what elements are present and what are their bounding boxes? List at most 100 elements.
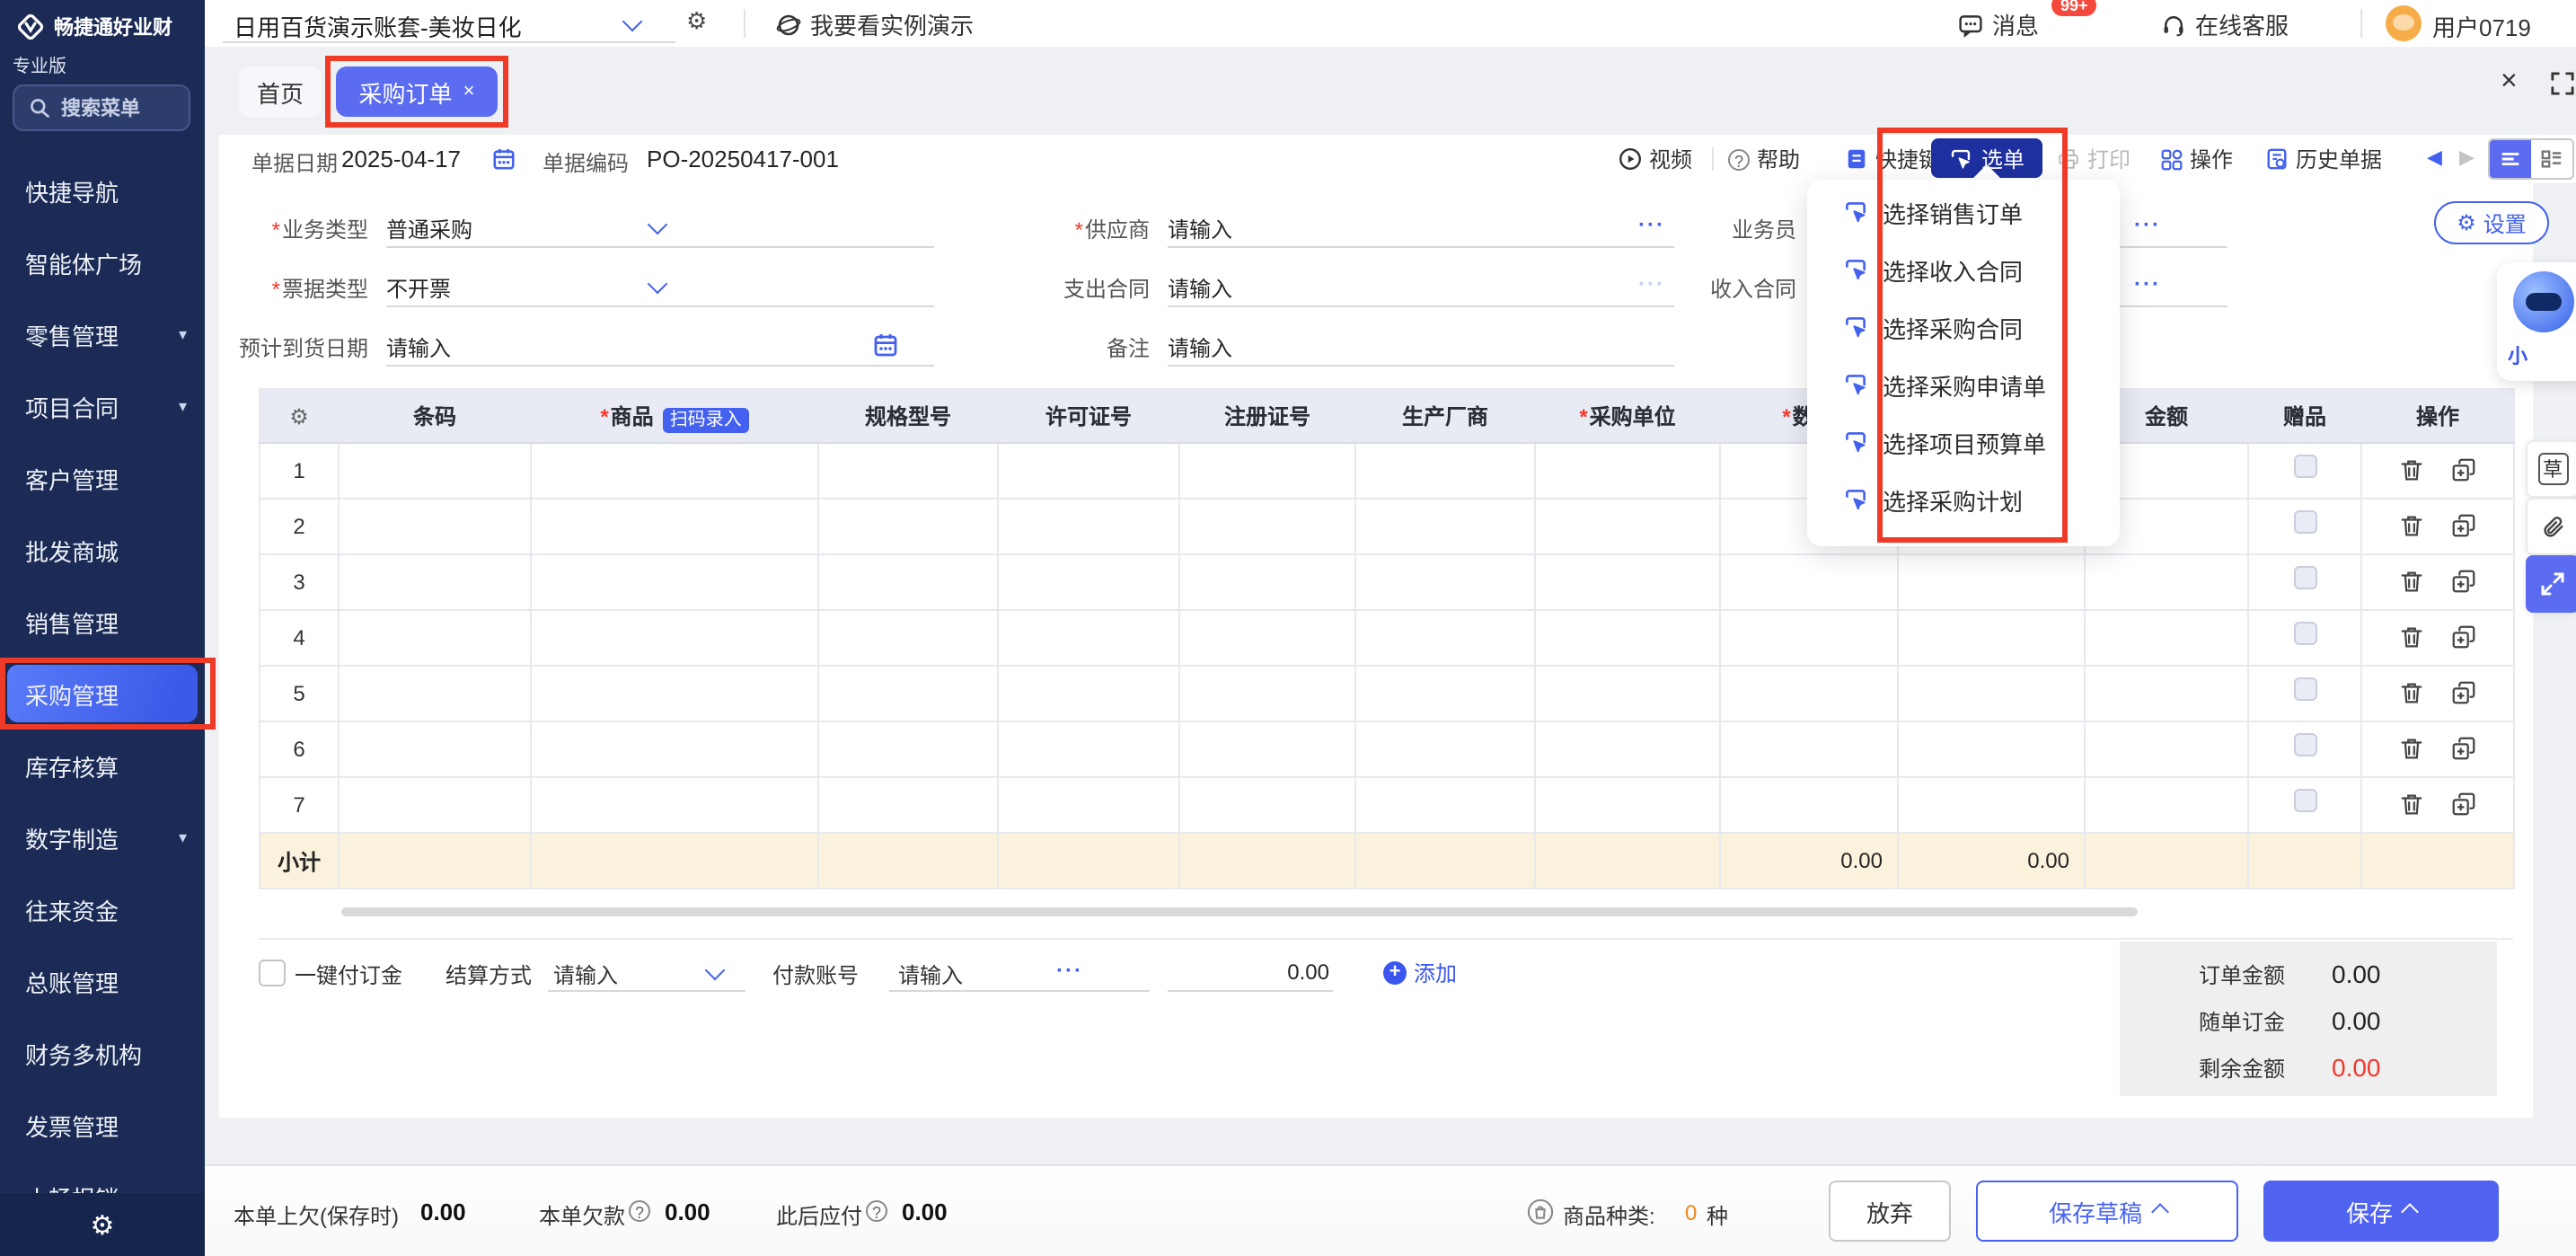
copy-row-icon[interactable] [2450,736,2477,763]
cell-unit[interactable] [1535,777,1720,833]
cell-barcode[interactable] [339,721,531,777]
list-view-button[interactable] [2490,140,2531,178]
cell-registration[interactable] [1179,777,1355,833]
cell-price[interactable] [1898,554,2085,610]
avatar[interactable] [2386,5,2422,41]
cell-spec[interactable] [818,610,998,666]
next-doc-icon[interactable]: ▶ [2459,146,2475,169]
chevron-down-icon[interactable] [705,960,726,981]
cell-spec[interactable] [818,443,998,499]
cell-price[interactable] [1898,721,2085,777]
cell-license[interactable] [998,610,1179,666]
fullscreen-icon[interactable] [2551,72,2574,95]
chevron-down-icon[interactable] [622,12,643,32]
column-header[interactable]: 条码 [339,389,531,443]
cell-unit[interactable] [1535,554,1720,610]
delete-row-icon[interactable] [2398,457,2425,484]
column-header[interactable]: 许可证号 [998,389,1179,443]
copy-row-icon[interactable] [2450,457,2477,484]
cell-manufacturer[interactable] [1355,777,1535,833]
cell-license[interactable] [998,443,1179,499]
cell-registration[interactable] [1179,721,1355,777]
cell-manufacturer[interactable] [1355,554,1535,610]
sidebar-settings[interactable]: ⚙ [0,1193,205,1256]
history-button[interactable]: 历史单据 [2265,144,2382,174]
chevron-down-icon[interactable] [648,274,668,295]
sidebar-item[interactable]: 销售管理 [0,586,205,658]
income-contract-picker-icon[interactable]: ··· [2134,271,2161,296]
gift-checkbox[interactable] [2293,622,2316,645]
pay-account-picker-icon[interactable]: ··· [1056,958,1083,983]
sidebar-item[interactable]: 采购管理 [7,665,198,722]
prev-doc-icon[interactable]: ◀ [2427,146,2442,169]
hotkeys-button[interactable]: 快捷键 [1845,144,1940,174]
cell-registration[interactable] [1179,443,1355,499]
delete-row-icon[interactable] [2398,680,2425,707]
cell-price[interactable] [1898,610,2085,666]
gift-checkbox[interactable] [2293,455,2316,478]
print-button[interactable]: 打印 [2057,144,2130,174]
calendar-icon[interactable] [492,147,516,171]
cell-unit[interactable] [1535,721,1720,777]
sidebar-item[interactable]: 客户管理 [0,442,205,514]
sidebar-item[interactable]: 往来资金 [0,873,205,945]
actions-button[interactable]: 操作 [2161,144,2233,174]
gift-checkbox[interactable] [2293,566,2316,589]
cell-spec[interactable] [818,554,998,610]
copy-row-icon[interactable] [2450,792,2477,818]
sidebar-item[interactable]: 项目合同 ▾ [0,370,205,442]
cell-license[interactable] [998,721,1179,777]
expect-date-input[interactable]: 请输入 [386,332,451,363]
sidebar-item[interactable]: 库存核算 [0,730,205,801]
cell-product[interactable] [531,499,818,554]
calendar-icon[interactable] [873,332,898,358]
cell-unit[interactable] [1535,610,1720,666]
pay-account-input[interactable]: 请输入 [898,960,963,990]
delete-row-icon[interactable] [2398,624,2425,651]
gear-icon[interactable]: ⚙ [686,7,707,36]
expand-float-button[interactable] [2526,555,2576,613]
cell-spec[interactable] [818,666,998,721]
cell-registration[interactable] [1179,499,1355,554]
cell-price[interactable] [1898,666,2085,721]
cell-product[interactable] [531,777,818,833]
cell-manufacturer[interactable] [1355,499,1535,554]
cell-product[interactable] [531,721,818,777]
cell-amount[interactable] [2085,554,2248,610]
column-header[interactable]: *采购单位 [1535,389,1720,443]
cell-amount[interactable] [2085,721,2248,777]
cell-registration[interactable] [1179,666,1355,721]
delete-row-icon[interactable] [2398,792,2425,818]
menu-item[interactable]: 选择收入合同 [1807,241,2120,298]
gift-checkbox[interactable] [2293,789,2316,812]
column-header[interactable]: 赠品 [2248,389,2361,443]
menu-item[interactable]: 选择采购计划 [1807,471,2120,528]
cell-qty[interactable] [1720,554,1898,610]
sidebar-item[interactable]: 财务多机构 [0,1017,205,1089]
cell-qty[interactable] [1720,666,1898,721]
delete-row-icon[interactable] [2398,569,2425,596]
tab-home[interactable]: 首页 [239,66,322,117]
cell-qty[interactable] [1720,777,1898,833]
cell-manufacturer[interactable] [1355,666,1535,721]
save-draft-button[interactable]: 保存草稿 [1976,1181,2238,1242]
gear-icon[interactable]: ⚙ [289,403,309,429]
cell-registration[interactable] [1179,554,1355,610]
sidebar-item[interactable]: 总账管理 [0,945,205,1017]
gift-checkbox[interactable] [2293,733,2316,756]
column-header[interactable]: 规格型号 [818,389,998,443]
sidebar-item[interactable]: 发票管理 [0,1089,205,1161]
cell-barcode[interactable] [339,610,531,666]
demo-link[interactable]: 我要看实例演示 [776,7,974,41]
delete-row-icon[interactable] [2398,736,2425,763]
menu-item[interactable]: 选择项目预算单 [1807,413,2120,471]
salesman-picker-icon[interactable]: ··· [2134,212,2161,237]
deposit-checkbox[interactable] [259,960,286,986]
settle-method-input[interactable]: 请输入 [553,960,618,990]
cell-spec[interactable] [818,499,998,554]
cell-amount[interactable] [2085,666,2248,721]
sidebar-item[interactable]: 智能体广场 [0,226,205,298]
tab-purchase-order[interactable]: 采购订单 × [336,66,498,117]
card-view-button[interactable] [2531,140,2572,178]
cell-amount[interactable] [2085,777,2248,833]
